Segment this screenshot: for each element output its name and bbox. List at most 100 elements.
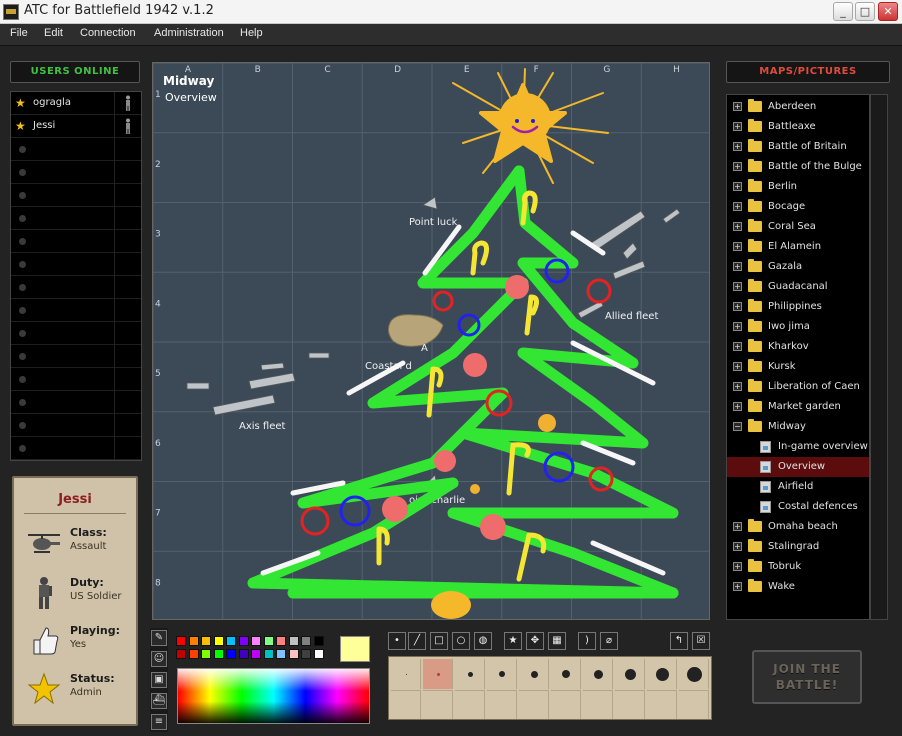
tree-folder-item[interactable]: + Coral Sea <box>727 217 869 237</box>
tree-folder-item[interactable]: + Stalingrad <box>727 537 869 557</box>
user-row[interactable] <box>11 207 141 230</box>
tree-picture-item[interactable]: Costal defences <box>727 497 869 517</box>
expand-icon[interactable]: + <box>733 342 742 351</box>
color-swatch[interactable] <box>213 636 224 646</box>
brush-size-option[interactable] <box>423 659 453 689</box>
user-row[interactable] <box>11 184 141 207</box>
brush-empty-slot[interactable] <box>391 690 421 719</box>
expand-icon[interactable]: + <box>733 262 742 271</box>
brush-size-option[interactable] <box>615 659 645 689</box>
color-swatch[interactable] <box>288 636 299 646</box>
tree-folder-item[interactable]: + Guadacanal <box>727 277 869 297</box>
color-swatch[interactable] <box>238 649 249 659</box>
rect-tool-icon[interactable]: □ <box>430 632 448 650</box>
user-row[interactable] <box>11 299 141 322</box>
color-swatch[interactable] <box>226 649 236 659</box>
user-row[interactable] <box>11 276 141 299</box>
brush-size-option[interactable] <box>551 659 581 689</box>
menu-edit[interactable]: Edit <box>44 27 63 39</box>
brush-size-option[interactable] <box>455 659 485 689</box>
color-swatch[interactable] <box>276 636 286 646</box>
color-swatch[interactable] <box>301 636 311 646</box>
user-row[interactable] <box>11 138 141 161</box>
maps-tree[interactable]: + Aberdeen + Battleaxe + Battle of Britain + Ba… <box>726 94 870 620</box>
tree-picture-item[interactable]: In-game overview <box>727 437 869 457</box>
tree-picture-item[interactable]: Airfield <box>727 477 869 497</box>
expand-icon[interactable]: + <box>733 562 742 571</box>
image-tool-icon[interactable]: ▦ <box>548 632 566 650</box>
expand-icon[interactable]: + <box>733 302 742 311</box>
brush-empty-slot[interactable] <box>679 690 709 719</box>
color-swatch[interactable] <box>313 649 324 659</box>
tree-folder-item[interactable]: + Philippines <box>727 297 869 317</box>
eraser-tool-icon[interactable]: ⌀ <box>600 632 618 650</box>
color-swatch[interactable] <box>176 649 186 659</box>
close-button[interactable]: ✕ <box>878 2 898 21</box>
line-tool-icon[interactable]: ╱ <box>408 632 426 650</box>
tree-folder-item[interactable]: − Midway <box>727 417 869 437</box>
user-row[interactable] <box>11 414 141 437</box>
expand-icon[interactable]: + <box>733 522 742 531</box>
tree-folder-item[interactable]: + El Alamein <box>727 237 869 257</box>
user-icon[interactable]: ☺ <box>151 651 167 667</box>
maximize-button[interactable]: □ <box>855 2 875 21</box>
tree-folder-item[interactable]: + Battleaxe <box>727 117 869 137</box>
move-tool-icon[interactable]: ✥ <box>526 632 544 650</box>
join-battle-button[interactable]: JOIN THE BATTLE! <box>752 650 862 704</box>
user-row[interactable] <box>11 230 141 253</box>
clear-icon[interactable]: ☒ <box>692 632 710 650</box>
tree-folder-item[interactable]: + Tobruk <box>727 557 869 577</box>
menu-help[interactable]: Help <box>240 27 263 39</box>
sound-tool-icon[interactable]: ) <box>578 632 596 650</box>
menu-connection[interactable]: Connection <box>80 27 136 39</box>
expand-icon[interactable]: + <box>733 362 742 371</box>
expand-icon[interactable]: + <box>733 582 742 591</box>
brush-empty-slot[interactable] <box>615 690 645 719</box>
color-swatch[interactable] <box>288 649 299 659</box>
expand-icon[interactable]: + <box>733 282 742 291</box>
brush-size-option[interactable] <box>647 659 677 689</box>
color-swatch[interactable] <box>251 636 261 646</box>
star-tool-icon[interactable]: ★ <box>504 632 522 650</box>
brush-empty-slot[interactable] <box>583 690 613 719</box>
user-row[interactable]: ★ ograglа <box>11 92 141 115</box>
color-swatch[interactable] <box>188 636 199 646</box>
users-list[interactable]: ★ ograglа ★ Jessi <box>10 91 142 461</box>
color-swatch[interactable] <box>213 649 224 659</box>
user-row[interactable] <box>11 322 141 345</box>
tree-folder-item[interactable]: + Bocage <box>727 197 869 217</box>
expand-icon[interactable]: + <box>733 402 742 411</box>
user-row[interactable] <box>11 253 141 276</box>
dot-tool-icon[interactable]: • <box>388 632 406 650</box>
expand-icon[interactable]: + <box>733 322 742 331</box>
color-spectrum[interactable] <box>177 668 370 724</box>
brush-empty-slot[interactable] <box>455 690 485 719</box>
ellipse-tool-icon[interactable]: ○ <box>452 632 470 650</box>
color-swatch[interactable] <box>263 636 274 646</box>
vehicle-icon[interactable]: ▣ <box>151 672 167 688</box>
tree-folder-item[interactable]: + Liberation of Caen <box>727 377 869 397</box>
color-swatch[interactable] <box>176 636 186 646</box>
brush-empty-slot[interactable] <box>487 690 517 719</box>
tree-folder-item[interactable]: + Battle of the Bulge <box>727 157 869 177</box>
color-swatch[interactable] <box>188 649 199 659</box>
pencil-icon[interactable]: ✎ <box>151 630 167 646</box>
brush-size-option[interactable] <box>391 659 421 689</box>
brush-empty-slot[interactable] <box>647 690 677 719</box>
expand-icon[interactable]: + <box>733 542 742 551</box>
expand-icon[interactable]: + <box>733 162 742 171</box>
color-swatch[interactable] <box>263 649 274 659</box>
menu-file[interactable]: File <box>10 27 28 39</box>
brush-empty-slot[interactable] <box>551 690 581 719</box>
expand-icon[interactable]: + <box>733 182 742 191</box>
tree-folder-item[interactable]: + Omaha beach <box>727 517 869 537</box>
tree-folder-item[interactable]: + Gazala <box>727 257 869 277</box>
tree-folder-item[interactable]: + Kursk <box>727 357 869 377</box>
user-row[interactable] <box>11 437 141 460</box>
brush-size-option[interactable] <box>487 659 517 689</box>
user-row[interactable] <box>11 161 141 184</box>
fill-tool-icon[interactable]: ◍ <box>474 632 492 650</box>
user-row[interactable] <box>11 391 141 414</box>
color-swatch[interactable] <box>226 636 236 646</box>
tree-folder-item[interactable]: + Iwo jima <box>727 317 869 337</box>
